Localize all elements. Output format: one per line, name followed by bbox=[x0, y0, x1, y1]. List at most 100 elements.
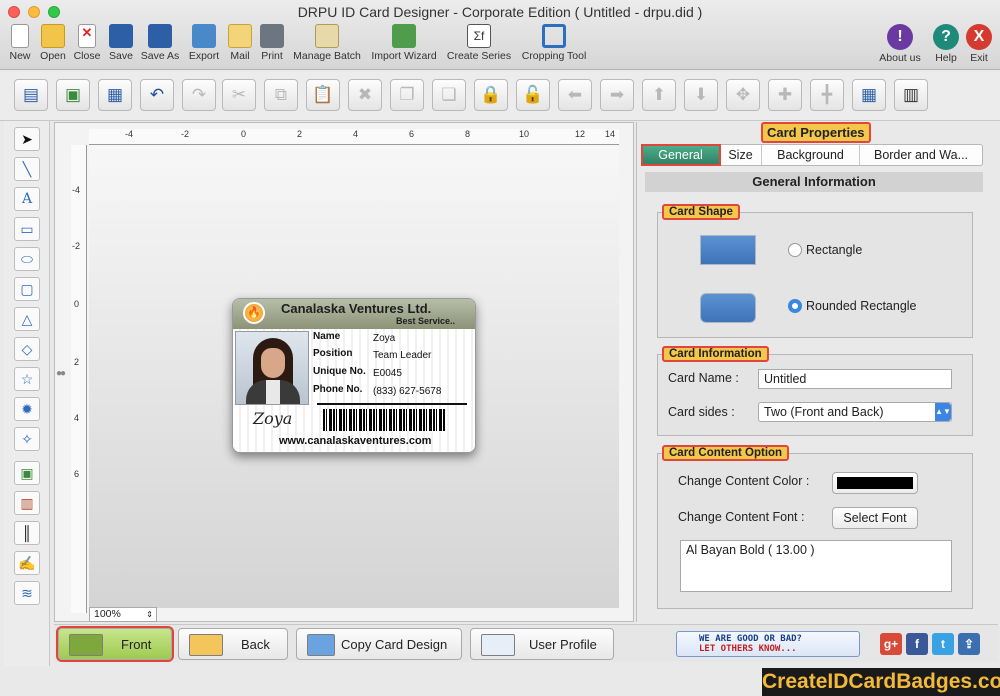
star-tool-icon[interactable]: ☆ bbox=[14, 367, 40, 391]
rectangle-tool-icon[interactable]: ▭ bbox=[14, 217, 40, 241]
import-wizard-button[interactable]: Import Wizard bbox=[368, 24, 440, 68]
ruler-tick: 4 bbox=[353, 129, 359, 139]
share-icon[interactable]: ⇪ bbox=[958, 633, 980, 655]
exit-icon: X bbox=[966, 24, 992, 50]
card-field-label: Position bbox=[313, 348, 353, 359]
library-tool-icon[interactable]: ▥ bbox=[14, 491, 40, 515]
center-icon[interactable]: ✥ bbox=[726, 79, 760, 111]
help-button[interactable]: ? Help bbox=[930, 24, 962, 68]
panel-title: Card Properties bbox=[761, 122, 871, 143]
open-button[interactable]: Open bbox=[38, 24, 68, 68]
pointer-tool-icon[interactable]: ➤ bbox=[14, 127, 40, 151]
create-series-button[interactable]: Σf Create Series bbox=[444, 24, 514, 68]
card-website: www.canalaskaventures.com bbox=[279, 435, 432, 447]
align-vertical-icon[interactable]: ╋ bbox=[810, 79, 844, 111]
text-tool-icon[interactable]: A bbox=[14, 187, 40, 211]
company-logo-icon: 🔥 bbox=[243, 302, 265, 324]
tab-border-and-watermark[interactable]: Border and Wa... bbox=[860, 145, 982, 165]
export-button[interactable]: Export bbox=[186, 24, 222, 68]
ruler-icon[interactable]: ▥ bbox=[894, 79, 928, 111]
tab-background[interactable]: Background bbox=[762, 145, 860, 165]
card-properties-panel: Card Properties General Size Background … bbox=[636, 122, 998, 622]
arrow-right-icon[interactable]: ➡ bbox=[600, 79, 634, 111]
feedback-banner[interactable]: WE ARE GOOD OR BAD? LET OTHERS KNOW... bbox=[676, 631, 860, 657]
copy-design-icon bbox=[307, 634, 335, 656]
line-tool-icon[interactable]: ╲ bbox=[14, 157, 40, 181]
google-plus-icon[interactable]: g+ bbox=[880, 633, 902, 655]
ellipse-tool-icon[interactable]: ⬭ bbox=[14, 247, 40, 271]
paste-icon[interactable]: 📋 bbox=[306, 79, 340, 111]
group-title: Card Shape bbox=[662, 204, 740, 220]
bring-forward-icon[interactable]: ❐ bbox=[390, 79, 424, 111]
tab-size[interactable]: Size bbox=[720, 145, 762, 165]
id-card-preview[interactable]: 🔥 Canalaska Ventures Ltd. Best Service..… bbox=[232, 298, 476, 453]
manage-batch-button[interactable]: Manage Batch bbox=[290, 24, 364, 68]
insert-image-icon[interactable]: ▦ bbox=[98, 79, 132, 111]
triangle-tool-icon[interactable]: △ bbox=[14, 307, 40, 331]
tab-general[interactable]: General bbox=[641, 144, 721, 166]
color-swatch bbox=[837, 477, 913, 489]
front-button[interactable]: Front bbox=[56, 626, 174, 662]
card-sides-select[interactable]: Two (Front and Back) ▲▼ bbox=[758, 402, 952, 422]
twitter-icon[interactable]: t bbox=[932, 633, 954, 655]
create-series-icon: Σf bbox=[467, 24, 491, 48]
properties-icon[interactable]: ▤ bbox=[14, 79, 48, 111]
about-us-button[interactable]: ! About us bbox=[876, 24, 924, 68]
mail-button[interactable]: Mail bbox=[226, 24, 254, 68]
zoom-select[interactable]: 100% ⇕ bbox=[89, 607, 157, 622]
sparkle-tool-icon[interactable]: ✧ bbox=[14, 427, 40, 451]
exit-button[interactable]: X Exit bbox=[964, 24, 994, 68]
barcode-tool-icon[interactable]: ║ bbox=[14, 521, 40, 545]
arrow-down-icon[interactable]: ⬇ bbox=[684, 79, 718, 111]
save-as-icon bbox=[148, 24, 172, 48]
rounded-rectangle-tool-icon[interactable]: ▢ bbox=[14, 277, 40, 301]
arrow-up-icon[interactable]: ⬆ bbox=[642, 79, 676, 111]
copy-icon[interactable]: ⧉ bbox=[264, 79, 298, 111]
back-label: Back bbox=[241, 637, 270, 652]
close-file-button[interactable]: ✕ Close bbox=[72, 24, 102, 68]
ruler-tick: 12 bbox=[575, 129, 586, 139]
lock-icon[interactable]: 🔒 bbox=[474, 79, 508, 111]
front-label: Front bbox=[121, 637, 152, 652]
image-tool-icon[interactable]: ▣ bbox=[14, 461, 40, 485]
background-image-icon[interactable]: ▣ bbox=[56, 79, 90, 111]
rounded-rectangle-radio[interactable] bbox=[788, 299, 802, 313]
watermark-tool-icon[interactable]: ≋ bbox=[14, 581, 40, 605]
cut-icon[interactable]: ✂ bbox=[222, 79, 256, 111]
send-backward-icon[interactable]: ❏ bbox=[432, 79, 466, 111]
ruler-tick: 0 bbox=[74, 299, 80, 309]
ruler-tick: 6 bbox=[409, 129, 415, 139]
user-profile-button[interactable]: User Profile bbox=[470, 628, 614, 660]
back-button[interactable]: Back bbox=[178, 628, 288, 660]
undo-icon[interactable]: ↶ bbox=[140, 79, 174, 111]
signature-tool-icon[interactable]: ✍ bbox=[14, 551, 40, 575]
copy-card-design-button[interactable]: Copy Card Design bbox=[296, 628, 462, 660]
facebook-icon[interactable]: f bbox=[906, 633, 928, 655]
select-font-button[interactable]: Select Font bbox=[832, 507, 918, 529]
cropping-tool-button[interactable]: Cropping Tool bbox=[518, 24, 590, 68]
card-tagline: Best Service.. bbox=[395, 316, 455, 326]
grid-icon[interactable]: ▦ bbox=[852, 79, 886, 111]
arrow-left-icon[interactable]: ⬅ bbox=[558, 79, 592, 111]
rectangle-label: Rectangle bbox=[806, 243, 863, 257]
diamond-tool-icon[interactable]: ◇ bbox=[14, 337, 40, 361]
print-button[interactable]: Print bbox=[258, 24, 286, 68]
new-button[interactable]: New bbox=[6, 24, 34, 68]
rectangle-radio[interactable] bbox=[788, 243, 802, 257]
card-divider bbox=[317, 403, 467, 405]
save-as-button[interactable]: Save As bbox=[138, 24, 182, 68]
card-name-input[interactable]: Untitled bbox=[758, 369, 952, 389]
redo-icon[interactable]: ↷ bbox=[182, 79, 216, 111]
delete-icon[interactable]: ✖ bbox=[348, 79, 382, 111]
align-horizontal-icon[interactable]: ✚ bbox=[768, 79, 802, 111]
card-signature: Zoya bbox=[253, 409, 293, 428]
ruler-tick: 8 bbox=[465, 129, 471, 139]
feedback-line-2: LET OTHERS KNOW... bbox=[699, 644, 797, 654]
properties-tabs: General Size Background Border and Wa... bbox=[641, 144, 983, 166]
splitter-grip[interactable]: ●● bbox=[56, 368, 66, 379]
content-color-button[interactable] bbox=[832, 472, 918, 494]
save-button[interactable]: Save bbox=[106, 24, 136, 68]
unlock-icon[interactable]: 🔓 bbox=[516, 79, 550, 111]
burst-tool-icon[interactable]: ✹ bbox=[14, 397, 40, 421]
card-field-label: Phone No. bbox=[313, 384, 363, 395]
